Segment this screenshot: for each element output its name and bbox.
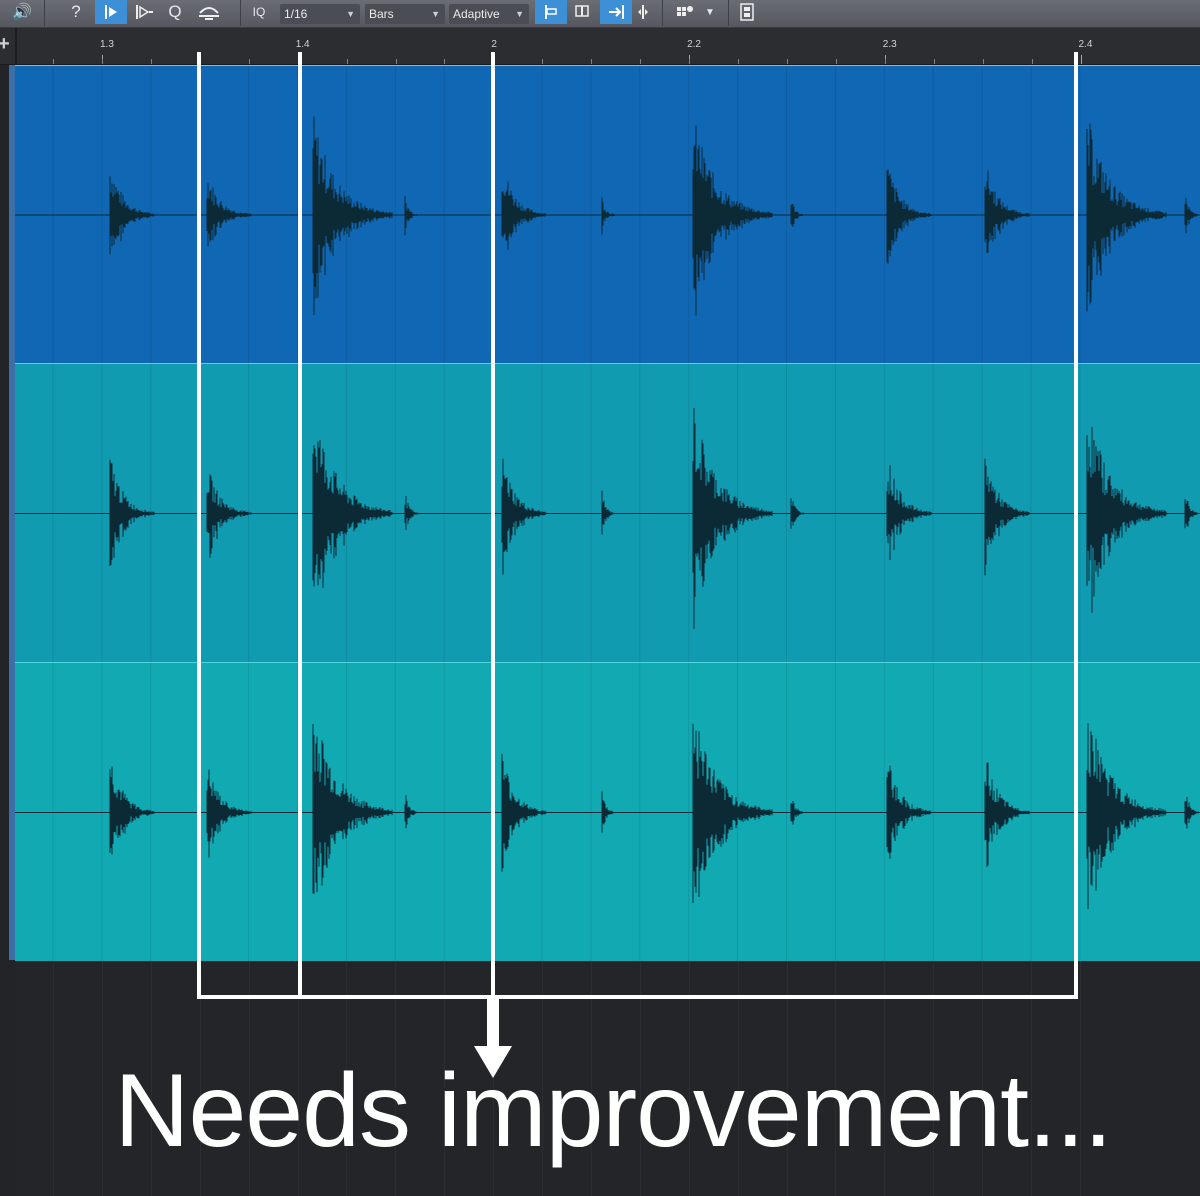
arrow-shaft: [487, 997, 499, 1047]
annotation-text: Needs improvement...: [114, 1053, 1112, 1169]
annotation-overlay: [197, 52, 1078, 1078]
